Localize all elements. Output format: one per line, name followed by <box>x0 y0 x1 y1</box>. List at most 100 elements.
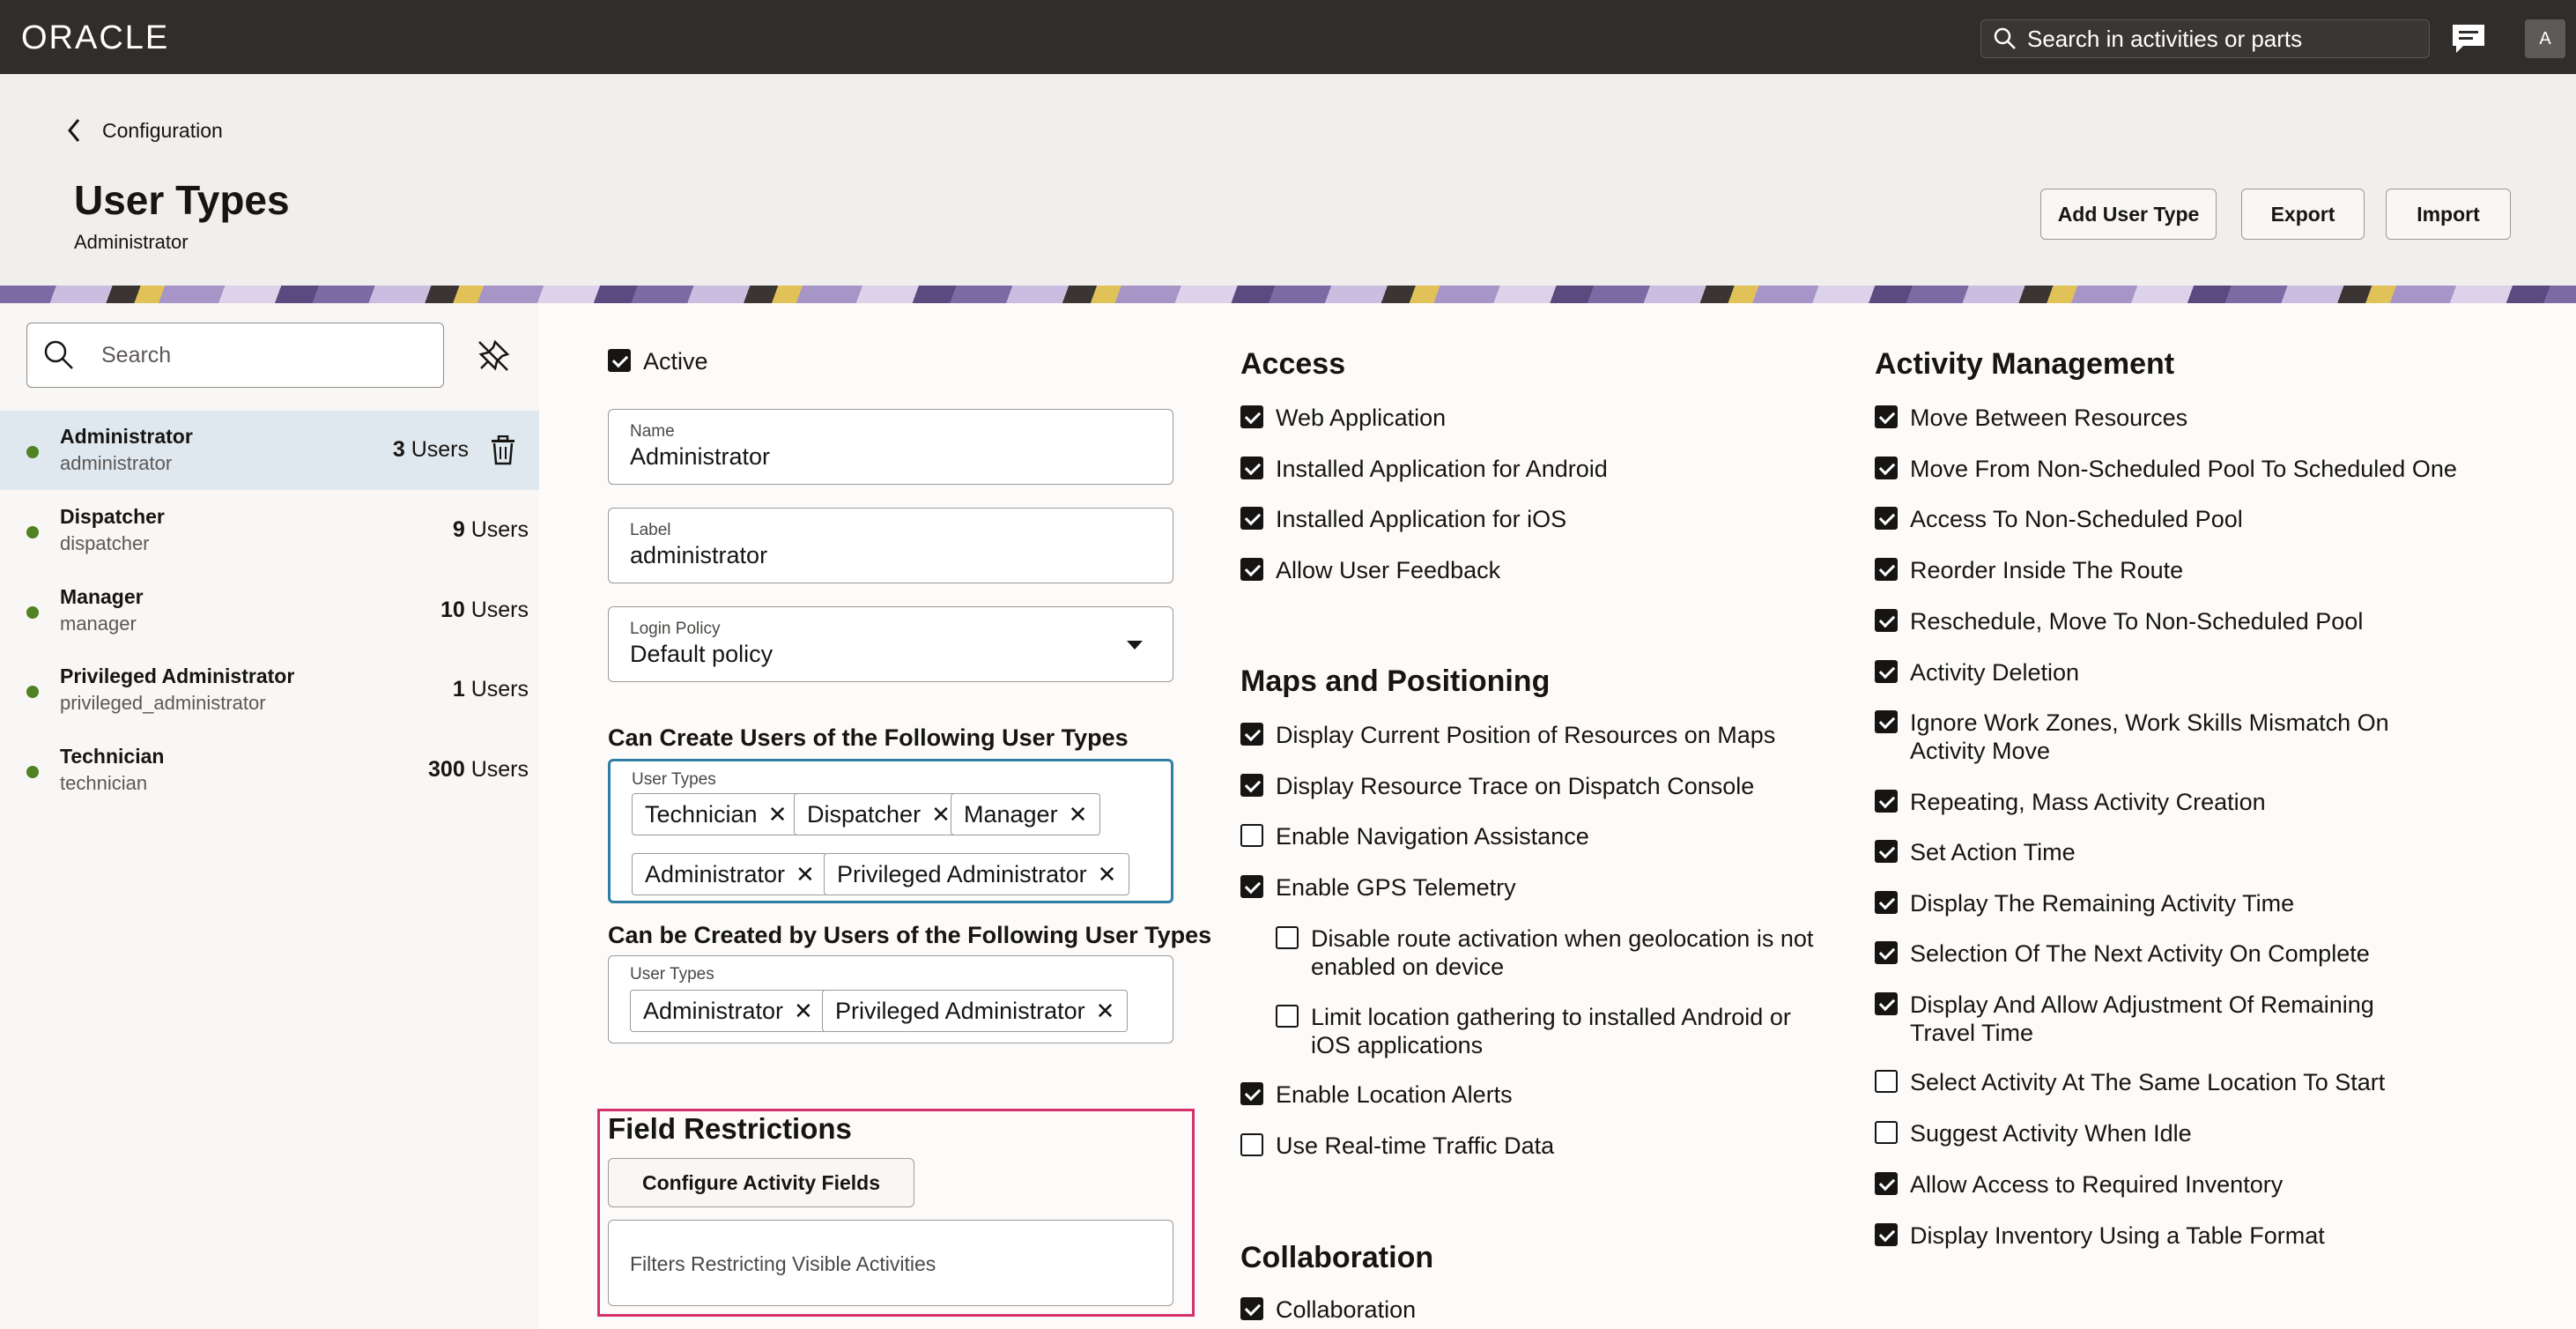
checkbox[interactable] <box>1240 824 1263 847</box>
chip-dispatcher[interactable]: Dispatcher ✕ <box>794 793 964 835</box>
oracle-logo[interactable]: ORACLE <box>21 19 169 57</box>
label-field[interactable]: Label administrator <box>608 508 1173 583</box>
maps-option[interactable]: Enable Navigation Assistance <box>1240 822 1589 850</box>
name-field[interactable]: Name Administrator <box>608 409 1173 485</box>
close-icon[interactable]: ✕ <box>794 998 813 1025</box>
checkbox[interactable] <box>1875 457 1898 479</box>
checkbox[interactable] <box>1875 1070 1898 1093</box>
unpin-icon[interactable] <box>476 338 511 374</box>
active-checkbox[interactable]: Active <box>608 347 708 375</box>
maps-suboption[interactable]: Disable route activation when geolocatio… <box>1276 924 1822 981</box>
activity-option[interactable]: Suggest Activity When Idle <box>1875 1119 2192 1147</box>
checkbox[interactable] <box>1240 774 1263 797</box>
activity-option[interactable]: Move Between Resources <box>1875 404 2187 432</box>
maps-suboption[interactable]: Limit location gathering to installed An… <box>1276 1003 1822 1059</box>
maps-option[interactable]: Enable GPS Telemetry <box>1240 873 1516 902</box>
checkbox[interactable] <box>1875 710 1898 733</box>
checkbox[interactable] <box>1875 1172 1898 1195</box>
list-item[interactable]: Privileged Administrator privileged_admi… <box>0 650 539 730</box>
sidebar-search-input[interactable]: Search <box>26 323 444 388</box>
chip-privileged-administrator[interactable]: Privileged Administrator ✕ <box>824 853 1130 895</box>
maps-option[interactable]: Enable Location Alerts <box>1240 1080 1513 1109</box>
chip-privileged-administrator[interactable]: Privileged Administrator ✕ <box>822 990 1129 1032</box>
checkbox[interactable] <box>1276 1005 1299 1028</box>
checkbox[interactable] <box>1276 926 1299 949</box>
option-label: Display And Allow Adjustment Of Remainin… <box>1910 991 2374 1046</box>
decorative-banner <box>0 286 2576 303</box>
checkbox[interactable] <box>1240 1297 1263 1320</box>
checkbox[interactable] <box>1875 992 1898 1015</box>
close-icon[interactable]: ✕ <box>1069 801 1088 828</box>
filters-restricting-visible-activities[interactable]: Filters Restricting Visible Activities <box>608 1220 1173 1306</box>
checkbox[interactable] <box>1240 1133 1263 1156</box>
close-icon[interactable]: ✕ <box>768 801 788 828</box>
checkbox[interactable] <box>1875 660 1898 683</box>
access-option[interactable]: Installed Application for iOS <box>1240 505 1566 533</box>
checkbox[interactable] <box>1875 891 1898 914</box>
activity-option[interactable]: Reorder Inside The Route <box>1875 556 2183 584</box>
activity-option[interactable]: Ignore Work Zones, Work Skills Mismatch … <box>1875 709 2403 765</box>
activity-option[interactable]: Set Action Time <box>1875 838 2076 866</box>
activity-option[interactable]: Reschedule, Move To Non-Scheduled Pool <box>1875 607 2363 635</box>
access-option[interactable]: Web Application <box>1240 404 1446 432</box>
checkbox[interactable] <box>1875 1223 1898 1246</box>
list-item[interactable]: Administrator administrator 3 Users <box>0 411 539 490</box>
activity-option[interactable]: Display The Remaining Activity Time <box>1875 889 2294 917</box>
checkbox[interactable] <box>1240 1082 1263 1105</box>
checkbox[interactable] <box>1240 405 1263 428</box>
close-icon[interactable]: ✕ <box>1096 998 1115 1025</box>
breadcrumb[interactable]: Configuration <box>67 118 223 143</box>
checkbox[interactable] <box>1875 840 1898 863</box>
close-icon[interactable]: ✕ <box>796 861 815 888</box>
global-search-input[interactable]: Search in activities or parts <box>1980 19 2430 58</box>
user-count: 9 Users <box>452 517 529 542</box>
activity-option[interactable]: Activity Deletion <box>1875 658 2079 687</box>
chat-icon[interactable] <box>2451 23 2486 55</box>
export-button[interactable]: Export <box>2241 189 2365 240</box>
checkbox[interactable] <box>1875 1121 1898 1144</box>
checkbox[interactable] <box>1875 507 1898 530</box>
maps-option[interactable]: Use Real-time Traffic Data <box>1240 1132 1554 1160</box>
checkbox[interactable] <box>1240 507 1263 530</box>
can-create-user-types-field[interactable]: User Types Technician ✕ Dispatcher ✕ Manag… <box>608 759 1173 903</box>
chip-administrator[interactable]: Administrator ✕ <box>630 990 826 1032</box>
checkbox[interactable] <box>1875 941 1898 964</box>
checkbox[interactable] <box>1875 609 1898 632</box>
access-option[interactable]: Allow User Feedback <box>1240 556 1500 584</box>
access-option[interactable]: Installed Application for Android <box>1240 455 1608 483</box>
login-policy-select[interactable]: Login Policy Default policy <box>608 606 1173 682</box>
collaboration-option[interactable]: Collaboration <box>1240 1296 1416 1324</box>
checkbox[interactable] <box>1875 558 1898 581</box>
activity-option[interactable]: Repeating, Mass Activity Creation <box>1875 788 2266 816</box>
checkbox[interactable] <box>1240 723 1263 746</box>
maps-option[interactable]: Display Resource Trace on Dispatch Conso… <box>1240 772 1754 800</box>
activity-option[interactable]: Selection Of The Next Activity On Comple… <box>1875 939 2370 968</box>
list-item[interactable]: Technician technician 300 Users <box>0 731 539 810</box>
add-user-type-button[interactable]: Add User Type <box>2040 189 2217 240</box>
list-item[interactable]: Manager manager 10 Users <box>0 571 539 650</box>
user-avatar[interactable]: A <box>2525 19 2565 58</box>
chip-manager[interactable]: Manager ✕ <box>951 793 1101 835</box>
activity-option[interactable]: Display Inventory Using a Table Format <box>1875 1221 2325 1250</box>
trash-icon[interactable] <box>490 435 516 465</box>
close-icon[interactable]: ✕ <box>1098 861 1117 888</box>
activity-option[interactable]: Access To Non-Scheduled Pool <box>1875 505 2243 533</box>
activity-option[interactable]: Select Activity At The Same Location To … <box>1875 1068 2385 1096</box>
checkbox[interactable] <box>608 349 631 372</box>
checkbox[interactable] <box>1875 405 1898 428</box>
checkbox[interactable] <box>1875 790 1898 813</box>
created-by-user-types-field[interactable]: User Types Administrator ✕ Privileged Adm… <box>608 955 1173 1043</box>
checkbox[interactable] <box>1240 558 1263 581</box>
configure-activity-fields-button[interactable]: Configure Activity Fields <box>608 1158 914 1207</box>
activity-option[interactable]: Display And Allow Adjustment Of Remainin… <box>1875 991 2439 1047</box>
maps-option[interactable]: Display Current Position of Resources on… <box>1240 721 1775 749</box>
activity-option[interactable]: Allow Access to Required Inventory <box>1875 1170 2283 1199</box>
chip-technician[interactable]: Technician ✕ <box>632 793 801 835</box>
checkbox[interactable] <box>1240 875 1263 898</box>
checkbox[interactable] <box>1240 457 1263 479</box>
list-item[interactable]: Dispatcher dispatcher 9 Users <box>0 491 539 570</box>
activity-option[interactable]: Move From Non-Scheduled Pool To Schedule… <box>1875 455 2457 483</box>
close-icon[interactable]: ✕ <box>931 801 951 828</box>
chip-administrator[interactable]: Administrator ✕ <box>632 853 828 895</box>
import-button[interactable]: Import <box>2386 189 2511 240</box>
